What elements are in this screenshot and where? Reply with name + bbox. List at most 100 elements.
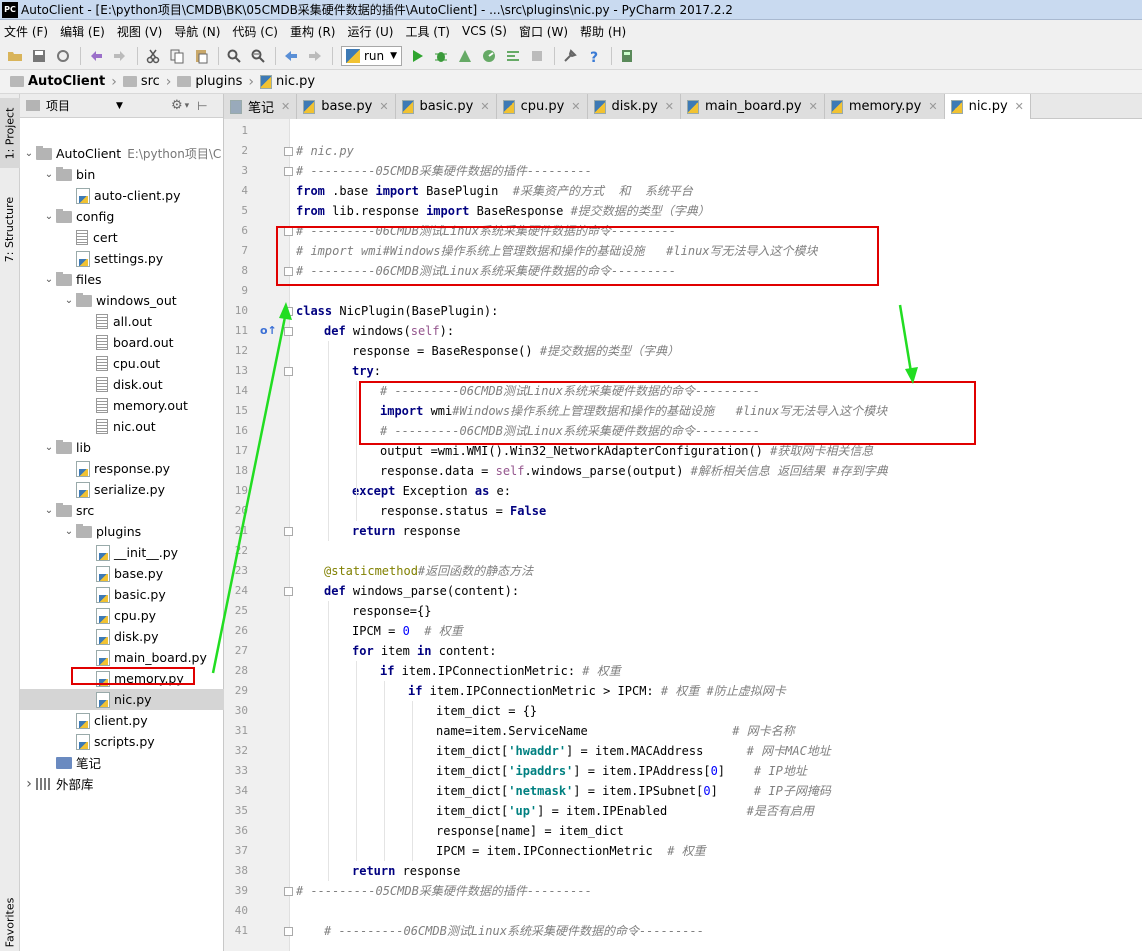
tree-item[interactable]: settings.py	[20, 248, 224, 269]
favorites-tool-tab[interactable]: Favorites	[0, 894, 20, 951]
tree-item[interactable]: cpu.py	[20, 605, 224, 626]
chevron-down-icon[interactable]: ⌄	[62, 526, 76, 537]
chevron-down-icon[interactable]: ⌄	[42, 274, 56, 285]
close-icon[interactable]: ✕	[1015, 100, 1024, 113]
settings-icon[interactable]	[559, 45, 581, 67]
close-icon[interactable]: ✕	[571, 100, 580, 113]
fold-marker-icon[interactable]	[284, 307, 293, 316]
help-icon[interactable]: ?	[583, 45, 605, 67]
tree-item[interactable]: disk.out	[20, 374, 224, 395]
breadcrumb-item[interactable]: src	[119, 71, 164, 93]
tree-item[interactable]: ⌄ lib	[20, 437, 224, 458]
tree-item[interactable]: › 外部库	[20, 773, 224, 794]
tree-item[interactable]: base.py	[20, 563, 224, 584]
redo-icon[interactable]	[109, 45, 131, 67]
tree-item[interactable]: auto-client.py	[20, 185, 224, 206]
breadcrumb-item[interactable]: AutoClient	[6, 71, 109, 93]
fold-marker-icon[interactable]	[284, 327, 293, 336]
tree-item[interactable]: nic.py	[20, 689, 224, 710]
tree-item[interactable]: disk.py	[20, 626, 224, 647]
editor-tab[interactable]: base.py ✕	[297, 94, 396, 119]
close-icon[interactable]: ✕	[665, 100, 674, 113]
tree-item[interactable]: basic.py	[20, 584, 224, 605]
fold-marker-icon[interactable]	[284, 927, 293, 936]
project-tool-tab[interactable]: 1: Project	[0, 98, 20, 168]
collapse-panel-icon[interactable]: ⊢	[197, 99, 207, 113]
fold-marker-icon[interactable]	[284, 367, 293, 376]
override-method-icon[interactable]: o↑	[260, 324, 277, 338]
menu-item[interactable]: 工具 (T)	[405, 23, 450, 40]
fold-marker-icon[interactable]	[284, 167, 293, 176]
close-icon[interactable]: ✕	[379, 100, 388, 113]
run-configuration-select[interactable]: run ▼	[341, 45, 403, 66]
tree-item[interactable]: main_board.py	[20, 647, 224, 668]
tree-item[interactable]: ⌄ files	[20, 269, 224, 290]
close-icon[interactable]: ✕	[480, 100, 489, 113]
chevron-down-icon[interactable]: ⌄	[42, 442, 56, 453]
gear-icon[interactable]: ⚙	[171, 98, 183, 113]
editor-tab[interactable]: disk.py ✕	[587, 94, 681, 119]
menu-item[interactable]: 视图 (V)	[117, 23, 162, 40]
chevron-down-icon[interactable]: ⌄	[42, 211, 56, 222]
tree-item[interactable]: cert	[20, 227, 224, 248]
menu-item[interactable]: 帮助 (H)	[580, 23, 626, 40]
menu-item[interactable]: 重构 (R)	[290, 23, 336, 40]
chevron-right-icon[interactable]: ›	[22, 776, 36, 792]
tree-item[interactable]: client.py	[20, 710, 224, 731]
editor-tab[interactable]: main_board.py ✕	[680, 94, 825, 119]
tree-item[interactable]: ⌄ plugins	[20, 521, 224, 542]
menu-item[interactable]: 运行 (U)	[348, 23, 394, 40]
cut-icon[interactable]	[142, 45, 164, 67]
replace-icon[interactable]	[247, 45, 269, 67]
fold-marker-icon[interactable]	[284, 887, 293, 896]
menu-item[interactable]: 窗口 (W)	[519, 23, 568, 40]
find-icon[interactable]	[223, 45, 245, 67]
tree-item[interactable]: ⌄ windows_out	[20, 290, 224, 311]
menu-item[interactable]: 编辑 (E)	[60, 23, 105, 40]
paste-icon[interactable]	[190, 45, 212, 67]
tree-item[interactable]: ⌄ bin	[20, 164, 224, 185]
tree-item[interactable]: cpu.out	[20, 353, 224, 374]
editor-tab[interactable]: nic.py ✕	[944, 94, 1031, 119]
chevron-down-icon[interactable]: ⌄	[42, 169, 56, 180]
editor-tab[interactable]: cpu.py ✕	[496, 94, 588, 119]
tree-item[interactable]: ⌄ config	[20, 206, 224, 227]
close-icon[interactable]: ✕	[809, 100, 818, 113]
chevron-down-icon[interactable]: ⌄	[42, 505, 56, 516]
editor-tab[interactable]: basic.py ✕	[395, 94, 497, 119]
breadcrumb-item[interactable]: nic.py	[256, 71, 319, 93]
tree-item[interactable]: scripts.py	[20, 731, 224, 752]
tree-item[interactable]: all.out	[20, 311, 224, 332]
close-icon[interactable]: ✕	[281, 100, 290, 113]
chevron-down-icon[interactable]: ▾	[185, 101, 190, 111]
profile-icon[interactable]	[478, 45, 500, 67]
undo-icon[interactable]	[85, 45, 107, 67]
fold-marker-icon[interactable]	[284, 527, 293, 536]
menu-item[interactable]: 导航 (N)	[174, 23, 220, 40]
save-icon[interactable]	[28, 45, 50, 67]
fold-marker-icon[interactable]	[284, 587, 293, 596]
structure-tool-tab[interactable]: 7: Structure	[0, 184, 20, 274]
forward-icon[interactable]	[304, 45, 326, 67]
tree-item[interactable]: serialize.py	[20, 479, 224, 500]
chevron-down-icon[interactable]: ⌄	[22, 148, 36, 159]
sync-icon[interactable]	[52, 45, 74, 67]
tree-item[interactable]: __init__.py	[20, 542, 224, 563]
stop-icon[interactable]	[526, 45, 548, 67]
menu-item[interactable]: VCS (S)	[462, 24, 507, 38]
tree-item[interactable]: response.py	[20, 458, 224, 479]
tree-item[interactable]: 笔记	[20, 752, 224, 773]
breadcrumb-item[interactable]: plugins	[173, 71, 246, 93]
menu-item[interactable]: 代码 (C)	[232, 23, 278, 40]
coverage-icon[interactable]	[454, 45, 476, 67]
chevron-down-icon[interactable]: ⌄	[62, 295, 76, 306]
tree-item[interactable]: board.out	[20, 332, 224, 353]
tree-item[interactable]: nic.out	[20, 416, 224, 437]
editor-tab[interactable]: 笔记 ✕	[224, 94, 298, 119]
chevron-down-icon[interactable]: ▼	[116, 101, 123, 111]
fold-marker-icon[interactable]	[284, 147, 293, 156]
run-icon[interactable]	[406, 45, 428, 67]
copy-icon[interactable]	[166, 45, 188, 67]
close-icon[interactable]: ✕	[928, 100, 937, 113]
menu-item[interactable]: 文件 (F)	[4, 23, 48, 40]
